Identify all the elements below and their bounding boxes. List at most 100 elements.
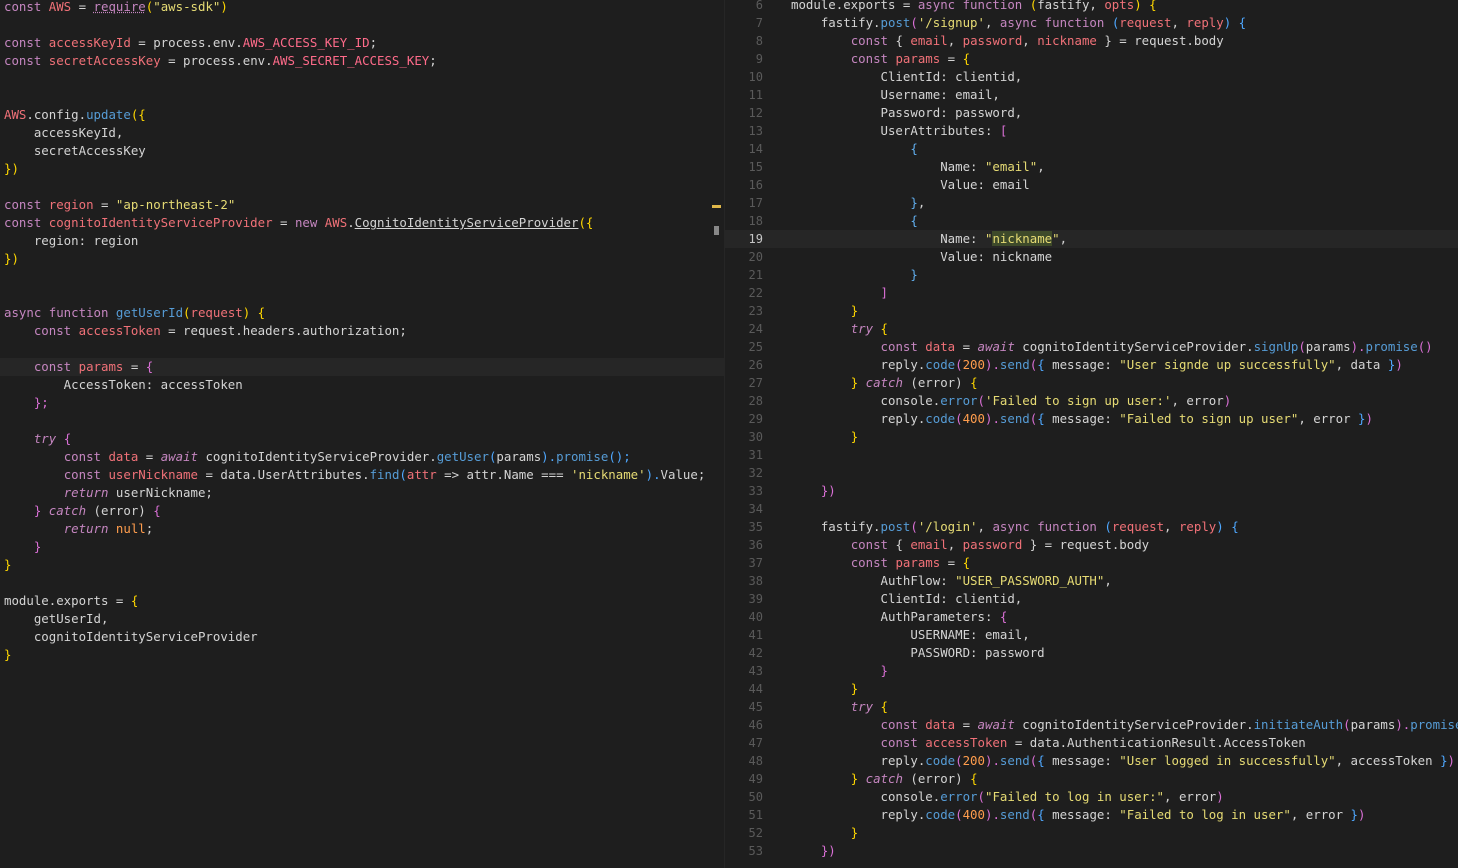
code-line[interactable] xyxy=(0,574,724,592)
line-number[interactable]: 39 xyxy=(725,590,763,608)
code-line[interactable]: } xyxy=(0,556,724,574)
editor-pane-left[interactable]: const AWS = require("aws-sdk") const acce… xyxy=(0,0,724,868)
code-line[interactable]: try { xyxy=(0,430,724,448)
code-line[interactable]: 35 fastify.post('/login', async function… xyxy=(725,518,1458,536)
code-line[interactable]: 15 Name: "email", xyxy=(725,158,1458,176)
code-line[interactable]: 11 Username: email, xyxy=(725,86,1458,104)
code-line[interactable]: 26 reply.code(200).send({ message: "User… xyxy=(725,356,1458,374)
code-line[interactable]: const data = await cognitoIdentityServic… xyxy=(0,448,724,466)
line-number[interactable]: 8 xyxy=(725,32,763,50)
code-line[interactable]: 38 AuthFlow: "USER_PASSWORD_AUTH", xyxy=(725,572,1458,590)
line-number[interactable]: 7 xyxy=(725,14,763,32)
code-line[interactable]: 14 { xyxy=(725,140,1458,158)
code-line[interactable]: } catch (error) { xyxy=(0,502,724,520)
code-line[interactable]: 46 const data = await cognitoIdentitySer… xyxy=(725,716,1458,734)
code-line[interactable]: }) xyxy=(0,160,724,178)
line-number[interactable]: 50 xyxy=(725,788,763,806)
code-line[interactable]: 41 USERNAME: email, xyxy=(725,626,1458,644)
line-number[interactable]: 35 xyxy=(725,518,763,536)
code-line[interactable]: 9 const params = { xyxy=(725,50,1458,68)
code-line[interactable]: const region = "ap-northeast-2" xyxy=(0,196,724,214)
line-number[interactable]: 29 xyxy=(725,410,763,428)
line-number[interactable]: 13 xyxy=(725,122,763,140)
line-number[interactable]: 27 xyxy=(725,374,763,392)
line-number[interactable]: 20 xyxy=(725,248,763,266)
code-line[interactable]: } xyxy=(0,646,724,664)
code-line[interactable]: async function getUserId(request) { xyxy=(0,304,724,322)
line-number[interactable]: 53 xyxy=(725,842,763,860)
code-line[interactable]: 28 console.error('Failed to sign up user… xyxy=(725,392,1458,410)
code-line[interactable]: 39 ClientId: clientid, xyxy=(725,590,1458,608)
code-line[interactable]: const AWS = require("aws-sdk") xyxy=(0,0,724,16)
code-line[interactable]: const accessToken = request.headers.auth… xyxy=(0,322,724,340)
scrollbar-warning-marker[interactable] xyxy=(712,205,721,208)
line-number[interactable]: 23 xyxy=(725,302,763,320)
code-line[interactable] xyxy=(0,178,724,196)
code-line[interactable]: 36 const { email, password } = request.b… xyxy=(725,536,1458,554)
code-line[interactable]: 29 reply.code(400).send({ message: "Fail… xyxy=(725,410,1458,428)
code-line[interactable]: 53 }) xyxy=(725,842,1458,860)
code-line[interactable] xyxy=(0,88,724,106)
code-line[interactable] xyxy=(0,70,724,88)
line-number[interactable]: 22 xyxy=(725,284,763,302)
code-area-right[interactable]: 6 module.exports = async function (fastif… xyxy=(725,0,1458,860)
code-line[interactable]: const params = { xyxy=(0,358,724,376)
line-number[interactable]: 38 xyxy=(725,572,763,590)
code-line[interactable]: 32 xyxy=(725,464,1458,482)
line-number[interactable]: 9 xyxy=(725,50,763,68)
code-line[interactable]: 34 xyxy=(725,500,1458,518)
code-line[interactable]: 50 console.error("Failed to log in user:… xyxy=(725,788,1458,806)
code-line[interactable]: 40 AuthParameters: { xyxy=(725,608,1458,626)
line-number[interactable]: 16 xyxy=(725,176,763,194)
code-line[interactable] xyxy=(0,16,724,34)
code-line[interactable]: 25 const data = await cognitoIdentitySer… xyxy=(725,338,1458,356)
code-line[interactable]: 43 } xyxy=(725,662,1458,680)
line-number[interactable]: 19 xyxy=(725,230,763,248)
line-number[interactable]: 49 xyxy=(725,770,763,788)
line-number[interactable]: 24 xyxy=(725,320,763,338)
code-line[interactable]: cognitoIdentityServiceProvider xyxy=(0,628,724,646)
code-line[interactable]: 18 { xyxy=(725,212,1458,230)
line-number[interactable]: 46 xyxy=(725,716,763,734)
code-line[interactable]: 42 PASSWORD: password xyxy=(725,644,1458,662)
code-line[interactable]: secretAccessKey xyxy=(0,142,724,160)
code-line[interactable]: 27 } catch (error) { xyxy=(725,374,1458,392)
code-line[interactable]: getUserId, xyxy=(0,610,724,628)
code-line[interactable]: return userNickname; xyxy=(0,484,724,502)
code-line[interactable]: 10 ClientId: clientid, xyxy=(725,68,1458,86)
code-line[interactable]: AWS.config.update({ xyxy=(0,106,724,124)
code-line[interactable]: accessKeyId, xyxy=(0,124,724,142)
code-line[interactable]: }) xyxy=(0,250,724,268)
code-line[interactable]: 30 } xyxy=(725,428,1458,446)
code-line[interactable]: const secretAccessKey = process.env.AWS_… xyxy=(0,52,724,70)
code-line[interactable]: const accessKeyId = process.env.AWS_ACCE… xyxy=(0,34,724,52)
code-line[interactable]: 22 ] xyxy=(725,284,1458,302)
code-line[interactable] xyxy=(0,340,724,358)
code-line[interactable]: 47 const accessToken = data.Authenticati… xyxy=(725,734,1458,752)
line-number[interactable]: 37 xyxy=(725,554,763,572)
line-number[interactable]: 33 xyxy=(725,482,763,500)
code-line[interactable]: 33 }) xyxy=(725,482,1458,500)
code-line[interactable]: 16 Value: email xyxy=(725,176,1458,194)
line-number[interactable]: 6 xyxy=(725,0,763,14)
code-line[interactable]: return null; xyxy=(0,520,724,538)
line-number[interactable]: 32 xyxy=(725,464,763,482)
code-line[interactable]: 8 const { email, password, nickname } = … xyxy=(725,32,1458,50)
code-line[interactable]: 45 try { xyxy=(725,698,1458,716)
code-line[interactable] xyxy=(0,286,724,304)
line-number[interactable]: 31 xyxy=(725,446,763,464)
code-line[interactable]: const cognitoIdentityServiceProvider = n… xyxy=(0,214,724,232)
line-number[interactable]: 14 xyxy=(725,140,763,158)
editor-pane-right[interactable]: 6 module.exports = async function (fastif… xyxy=(724,0,1458,868)
line-number[interactable]: 45 xyxy=(725,698,763,716)
line-number[interactable]: 17 xyxy=(725,194,763,212)
code-line[interactable]: 24 try { xyxy=(725,320,1458,338)
code-line[interactable]: region: region xyxy=(0,232,724,250)
code-line[interactable]: 49 } catch (error) { xyxy=(725,770,1458,788)
code-line[interactable]: 19 Name: "nickname", xyxy=(725,230,1458,248)
line-number[interactable]: 51 xyxy=(725,806,763,824)
code-line[interactable]: const userNickname = data.UserAttributes… xyxy=(0,466,724,484)
line-number[interactable]: 44 xyxy=(725,680,763,698)
code-line[interactable]: 31 xyxy=(725,446,1458,464)
code-line[interactable] xyxy=(0,268,724,286)
